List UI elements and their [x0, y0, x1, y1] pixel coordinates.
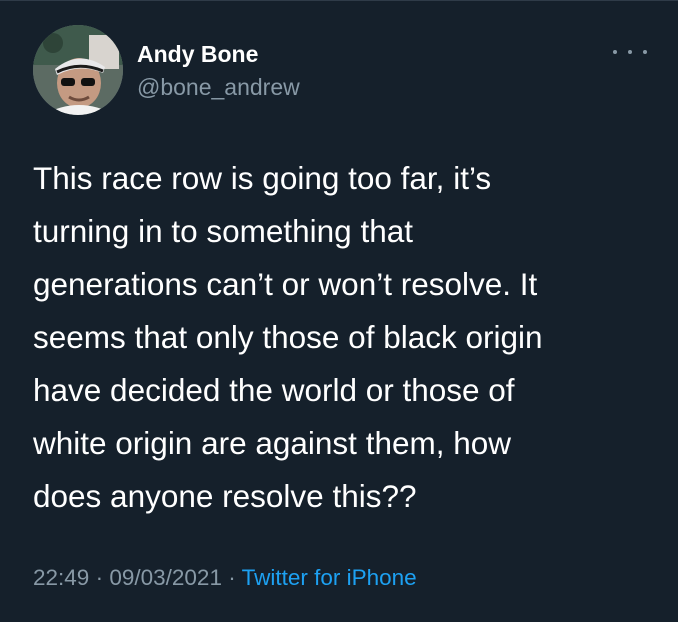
tweet-time[interactable]: 22:49 — [33, 565, 89, 590]
tweet-text-line: does anyone resolve this?? — [33, 478, 417, 514]
author-name[interactable]: Andy Bone — [137, 41, 258, 67]
meta-separator: · — [95, 565, 104, 590]
tweet-text-line: have decided the world or those of — [33, 372, 515, 408]
tweet-text-line: generations can’t or won’t resolve. It — [33, 266, 538, 302]
more-dot — [613, 50, 617, 54]
tweet-meta: 22:49 · 09/03/2021 · Twitter for iPhone — [33, 564, 417, 592]
avatar[interactable] — [33, 25, 123, 115]
tweet-source-link[interactable]: Twitter for iPhone — [242, 565, 417, 590]
tweet-card: Andy Bone @bone_andrew This race row is … — [0, 0, 678, 622]
tweet-text: This race row is going too far, it’s tur… — [33, 152, 653, 523]
tweet-text-line: turning in to something that — [33, 213, 413, 249]
meta-separator: · — [228, 565, 236, 590]
tweet-text-line: seems that only those of black origin — [33, 319, 543, 355]
tweet-text-line: white origin are against them, how — [33, 425, 512, 461]
tweet-date[interactable]: 09/03/2021 — [109, 565, 222, 590]
more-dot — [643, 50, 647, 54]
avatar-image — [33, 25, 123, 115]
more-options-icon[interactable] — [613, 41, 647, 63]
author-handle[interactable]: @bone_andrew — [137, 74, 300, 100]
tweet-text-line: This race row is going too far, it’s — [33, 160, 492, 196]
more-dot — [628, 50, 632, 54]
